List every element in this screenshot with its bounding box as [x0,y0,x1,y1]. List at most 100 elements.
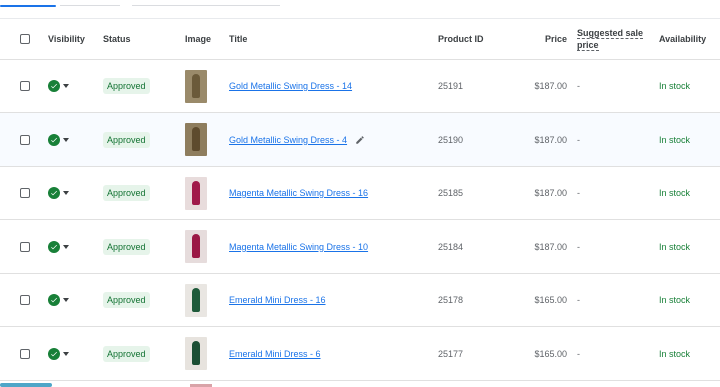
visibility-dropdown[interactable] [48,133,69,146]
row-checkbox[interactable] [20,81,30,91]
price: $187.00 [534,134,567,145]
product-figure [192,341,200,365]
row-select-cell[interactable] [18,167,32,219]
suggested-sale-line2: price [577,40,599,51]
select-all-checkbox[interactable] [20,34,30,44]
image-cell [185,60,221,112]
product-title-link[interactable]: Magenta Metallic Swing Dress - 16 [229,188,368,198]
table-row[interactable]: Approved Magenta Metallic Swing Dress - 1… [0,167,720,220]
product-title-link[interactable]: Magenta Metallic Swing Dress - 10 [229,242,368,252]
table-row[interactable]: Approved Gold Metallic Swing Dress - 4 251… [0,113,720,167]
status-badge: Approved [103,185,150,201]
product-title-link[interactable]: Gold Metallic Swing Dress - 4 [229,135,347,145]
chevron-down-icon [63,191,69,195]
availability-status: In stock [659,295,691,305]
image-cell [185,113,221,166]
column-header-title[interactable]: Title [229,19,424,59]
product-thumbnail[interactable] [185,69,207,103]
edit-pencil-icon[interactable] [355,135,365,145]
row-select-cell[interactable] [18,220,32,273]
availability-cell: In stock [659,274,720,326]
title-cell: Emerald Mini Dress - 6 [229,327,424,380]
select-all-cell[interactable] [18,19,32,59]
row-checkbox[interactable] [20,134,30,145]
suggested-sale-price: - [577,134,580,145]
column-header-price[interactable]: Price [510,19,567,59]
product-id: 25184 [438,241,464,252]
availability-status: In stock [659,188,691,198]
visibility-cell[interactable] [48,113,94,166]
table-header-row: Visibility Status Image Title Product ID… [0,19,720,60]
product-figure [192,234,200,258]
visibility-dropdown[interactable] [48,294,69,306]
visibility-cell[interactable] [48,220,94,273]
suggested-sale-price: - [577,348,580,359]
price: $187.00 [534,81,567,91]
image-cell [185,327,221,380]
image-cell [185,167,221,219]
row-select-cell[interactable] [18,327,32,380]
scroll-indicator[interactable] [0,383,52,387]
product-id: 25190 [438,134,464,145]
title-cell: Magenta Metallic Swing Dress - 10 [229,220,424,273]
product-id: 25177 [438,348,464,359]
status-badge: Approved [103,238,150,255]
product-thumbnail[interactable] [185,230,207,263]
visibility-dropdown[interactable] [48,187,69,199]
title-cell: Gold Metallic Swing Dress - 14 [229,60,424,112]
column-header-product-id[interactable]: Product ID [438,19,508,59]
row-checkbox[interactable] [20,295,30,305]
visible-check-icon [48,80,60,92]
product-id: 25185 [438,188,464,198]
suggested-sale-price: - [577,81,580,91]
column-header-availability[interactable]: Availability [659,19,720,59]
chevron-down-icon [63,298,69,302]
image-cell [185,220,221,273]
active-tab-indicator[interactable] [0,5,56,7]
column-header-status[interactable]: Status [103,19,173,59]
search-field-outline[interactable] [132,5,280,6]
column-header-image: Image [185,34,212,44]
row-select-cell[interactable] [18,60,32,112]
product-figure [192,73,200,98]
visible-check-icon [48,133,60,146]
status-cell: Approved [103,113,173,166]
product-title-link[interactable]: Emerald Mini Dress - 6 [229,349,321,359]
visibility-cell[interactable] [48,327,94,380]
row-checkbox[interactable] [20,241,30,252]
status-cell: Approved [103,327,173,380]
row-checkbox[interactable] [20,188,30,198]
product-thumbnail[interactable] [185,176,207,210]
product-thumbnail[interactable] [185,123,207,156]
product-title-link[interactable]: Gold Metallic Swing Dress - 14 [229,81,352,91]
suggested-sale-line1: Suggested sale [577,28,644,39]
column-header-visibility[interactable]: Visibility [48,19,94,59]
table-row[interactable]: Approved Emerald Mini Dress - 6 25177 $165.… [0,327,720,381]
status-cell: Approved [103,274,173,326]
product-title-link[interactable]: Emerald Mini Dress - 16 [229,295,326,305]
visibility-cell[interactable] [48,167,94,219]
price: $165.00 [534,348,567,359]
row-checkbox[interactable] [20,348,30,359]
product-thumbnail[interactable] [185,337,207,370]
row-select-cell[interactable] [18,113,32,166]
visibility-dropdown[interactable] [48,347,69,360]
product-id: 25191 [438,81,464,91]
product-thumbnail[interactable] [185,283,207,317]
visibility-dropdown[interactable] [48,80,69,92]
availability-cell: In stock [659,327,720,380]
table-row[interactable]: Approved Magenta Metallic Swing Dress - 1… [0,220,720,274]
table-row[interactable]: Approved Emerald Mini Dress - 16 25178 $165… [0,274,720,327]
visibility-dropdown[interactable] [48,240,69,253]
status-badge: Approved [103,345,150,362]
chevron-down-icon [63,244,69,249]
visibility-cell[interactable] [48,60,94,112]
column-header-suggested-sale-price[interactable]: Suggested sale price [577,19,645,59]
suggested-sale-price: - [577,241,580,252]
status-badge: Approved [103,78,150,94]
visibility-cell[interactable] [48,274,94,326]
price: $187.00 [534,188,567,198]
table-row[interactable]: Approved Gold Metallic Swing Dress - 14 25… [0,60,720,113]
row-select-cell[interactable] [18,274,32,326]
tab-indicator[interactable] [60,5,120,6]
